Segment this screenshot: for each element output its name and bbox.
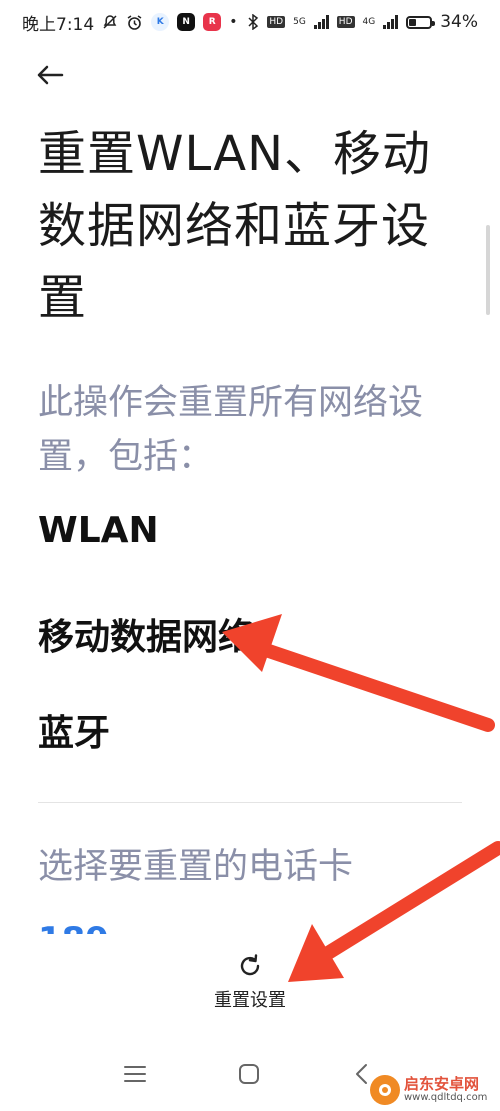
status-right: HD 5G HD 4G 34% — [247, 12, 478, 32]
arrow-to-mobile-data — [222, 614, 495, 732]
alarm-icon — [126, 14, 143, 31]
app-k-icon: K — [151, 13, 170, 31]
nav-home-button[interactable] — [232, 1059, 266, 1089]
nav-back-icon — [356, 1064, 367, 1084]
mute-bell-icon — [102, 14, 118, 30]
back-arrow-icon — [37, 65, 64, 85]
item-mobile-data: 移动数据网络 — [38, 617, 255, 658]
item-wlan: WLAN — [38, 510, 159, 551]
reset-settings-button[interactable]: 重置设置 — [190, 952, 310, 1016]
dot-icon: • — [229, 14, 238, 30]
scrollbar[interactable] — [486, 225, 490, 315]
reset-icon — [240, 954, 260, 976]
watermark-url: www.qdltdq.com — [404, 1091, 488, 1103]
sim-option-label: 189 — [38, 924, 108, 934]
status-bar: 晚上7:14 K N R • HD 5G HD 4G 34% — [0, 0, 500, 44]
watermark-text: 启东安卓网 www.qdltdq.com — [404, 1074, 488, 1103]
signal-icon-2 — [383, 15, 399, 29]
bluetooth-icon — [247, 14, 259, 30]
hd-badge-1: HD — [267, 16, 286, 28]
signal-icon-1 — [313, 15, 329, 29]
reset-settings-label: 重置设置 — [214, 990, 286, 1011]
reset-description: 此操作会重置所有网络设置，包括： — [38, 383, 424, 477]
back-button[interactable] — [30, 58, 70, 92]
battery-percent: 34% — [440, 12, 478, 32]
sim-section-heading: 选择要重置的电话卡 — [38, 847, 354, 887]
item-bluetooth: 蓝牙 — [38, 713, 111, 754]
app-n-icon: N — [177, 13, 196, 31]
net-5g-label: 5G — [293, 17, 306, 27]
status-time: 晚上7:14 — [22, 14, 95, 35]
menu-icon — [124, 1066, 146, 1082]
status-left: 晚上7:14 K N R • — [22, 10, 237, 35]
watermark-logo-icon — [370, 1075, 400, 1105]
net-4g-label: 4G — [362, 17, 376, 27]
watermark: 启东安卓网 www.qdltdq.com — [370, 1072, 498, 1108]
home-icon — [239, 1064, 259, 1084]
divider — [38, 802, 462, 803]
battery-icon — [406, 15, 436, 29]
battery-fill — [409, 18, 417, 26]
watermark-title: 启东安卓网 — [404, 1074, 480, 1093]
app-r-icon: R — [203, 13, 222, 31]
sim-option-peek[interactable]: 189 — [38, 924, 108, 934]
hd-badge-2: HD — [336, 16, 355, 28]
nav-menu-button[interactable] — [118, 1059, 152, 1089]
page-title: 重置WLAN、移动数据网络和蓝牙设置 — [38, 126, 432, 326]
